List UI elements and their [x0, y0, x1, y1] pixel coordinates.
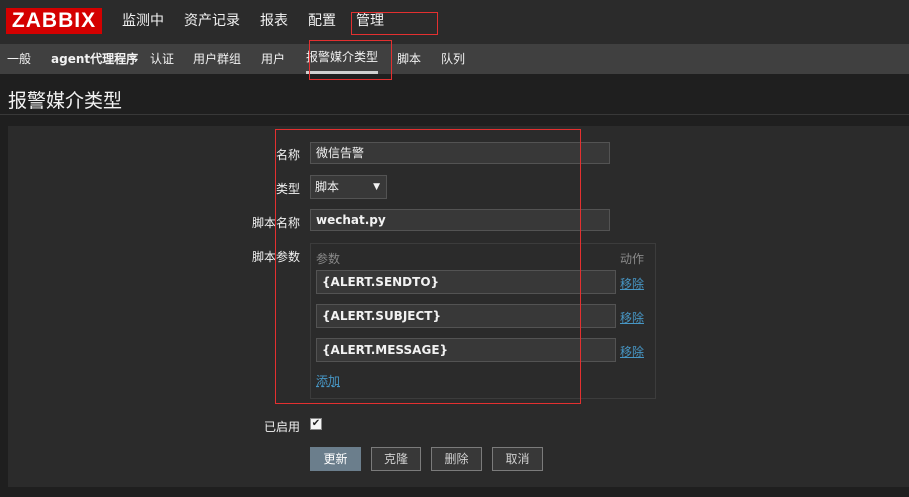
param-input-2[interactable]: {ALERT.SUBJECT}: [316, 304, 616, 328]
param-input-1[interactable]: {ALERT.SENDTO}: [316, 270, 616, 294]
type-label: 类型: [275, 182, 300, 196]
submenu-user-groups[interactable]: 用户群组: [193, 44, 241, 74]
name-label: 名称: [275, 148, 300, 162]
enabled-label: 已启用: [263, 420, 300, 434]
script-params-label: 脚本参数: [251, 250, 300, 264]
submenu-scripts[interactable]: 脚本: [397, 44, 421, 74]
menu-administration[interactable]: 管理: [346, 0, 394, 44]
script-name-label: 脚本名称: [251, 216, 300, 230]
dropdown-arrow-icon: ▼: [373, 182, 380, 192]
clone-button[interactable]: 克隆: [371, 447, 421, 471]
title-divider: [0, 114, 909, 115]
name-input[interactable]: 微信告警: [310, 142, 610, 164]
param-remove-link-2[interactable]: 移除: [620, 309, 644, 326]
param-input-3[interactable]: {ALERT.MESSAGE}: [316, 338, 616, 362]
menu-inventory[interactable]: 资产记录: [174, 0, 250, 44]
checkmark-icon: ✔: [311, 418, 321, 429]
submenu-queue[interactable]: 队列: [441, 44, 465, 74]
submenu-media-types[interactable]: 报警媒介类型: [306, 44, 379, 74]
actions-column-header: 动作: [620, 252, 645, 266]
top-bar: ZABBIX 监测中 资产记录 报表 配置 管理: [0, 0, 909, 44]
delete-button[interactable]: 删除: [431, 447, 482, 471]
zabbix-logo[interactable]: ZABBIX: [6, 8, 102, 34]
update-button[interactable]: 更新: [310, 447, 361, 471]
type-select[interactable]: 脚本 ▼: [310, 175, 387, 199]
param-remove-link-3[interactable]: 移除: [620, 343, 644, 360]
sub-menu: 一般 agent代理程序 认证 用户群组 用户 报警媒介类型 脚本 队列: [0, 44, 909, 74]
menu-configuration[interactable]: 配置: [298, 0, 346, 44]
menu-reports[interactable]: 报表: [250, 0, 298, 44]
submenu-general[interactable]: 一般: [7, 44, 31, 74]
submenu-proxies[interactable]: agent代理程序: [51, 44, 138, 74]
cancel-button[interactable]: 取消: [492, 447, 543, 471]
script-name-input[interactable]: wechat.py: [310, 209, 610, 231]
menu-monitoring[interactable]: 监测中: [112, 0, 174, 44]
param-remove-link-1[interactable]: 移除: [620, 275, 644, 292]
submenu-users[interactable]: 用户: [261, 44, 285, 74]
params-column-header: 参数: [316, 252, 341, 266]
main-menu: 监测中 资产记录 报表 配置 管理: [112, 0, 394, 44]
add-param-link[interactable]: 添加: [316, 372, 340, 389]
enabled-checkbox[interactable]: ✔: [310, 418, 322, 430]
type-select-value: 脚本: [315, 180, 340, 194]
page-title: 报警媒介类型: [8, 90, 123, 112]
submenu-authentication[interactable]: 认证: [150, 44, 174, 74]
